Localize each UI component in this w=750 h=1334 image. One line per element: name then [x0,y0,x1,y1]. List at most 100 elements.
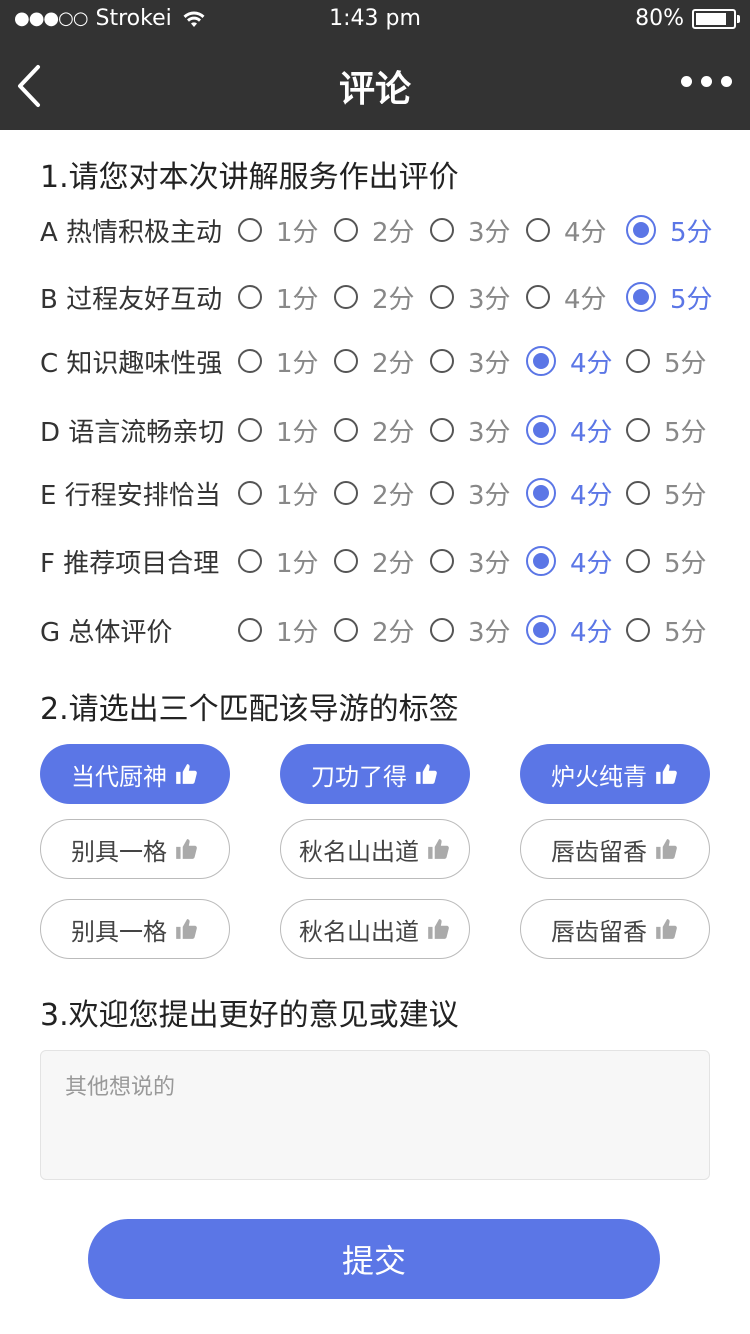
rating-option-1[interactable]: 1分 [238,473,319,513]
suggestion-input[interactable] [40,1050,710,1180]
tag-chip[interactable]: 秋名山出道 [280,819,470,879]
rating-option-4[interactable]: 4分 [526,277,607,317]
radio-icon [334,349,358,373]
rating-option-3[interactable]: 3分 [430,610,511,650]
back-button[interactable] [14,64,54,108]
rating-option-label: 2分 [372,617,415,648]
radio-icon [526,546,556,576]
nav-bar: 评论 [0,40,750,130]
rating-option-2[interactable]: 2分 [334,210,415,250]
radio-icon [334,418,358,442]
rating-option-1[interactable]: 1分 [238,610,319,650]
rating-option-label: 5分 [670,217,713,248]
tag-label: 当代厨神 [71,762,167,791]
status-bar: ●●●○○ Strokei 1:43 pm 80% [0,0,750,40]
rating-option-3[interactable]: 3分 [430,541,511,581]
radio-icon [238,618,262,642]
battery-percent: 80% [635,6,684,31]
rating-option-5[interactable]: 5分 [626,210,713,250]
tag-chip[interactable]: 当代厨神 [40,744,230,804]
rating-option-4[interactable]: 4分 [526,610,613,650]
rating-option-label: 2分 [372,284,415,315]
tag-chip[interactable]: 别具一格 [40,899,230,959]
thumbs-up-icon [425,837,451,861]
tag-chip[interactable]: 刀功了得 [280,744,470,804]
tag-label: 唇齿留香 [551,837,647,866]
rating-option-2[interactable]: 2分 [334,410,415,450]
radio-icon [626,349,650,373]
radio-icon [430,285,454,309]
rating-option-2[interactable]: 2分 [334,541,415,581]
rating-option-label: 5分 [670,284,713,315]
rating-option-1[interactable]: 1分 [238,277,319,317]
radio-icon [334,285,358,309]
rating-option-3[interactable]: 3分 [430,277,511,317]
rating-option-label: 4分 [564,217,607,248]
rating-option-3[interactable]: 3分 [430,341,511,381]
rating-option-label: 5分 [664,417,707,448]
rating-option-label: 4分 [570,617,613,648]
rating-option-2[interactable]: 2分 [334,473,415,513]
tag-chip[interactable]: 唇齿留香 [520,819,710,879]
radio-icon [430,218,454,242]
rating-option-label: 4分 [570,480,613,511]
rating-option-label: 3分 [468,217,511,248]
rating-row-label: D 语言流畅亲切 [40,418,225,448]
rating-option-label: 5分 [664,480,707,511]
thumbs-up-icon [173,917,199,941]
rating-option-4[interactable]: 4分 [526,410,613,450]
section1-title: 1.请您对本次讲解服务作出评价 [40,160,459,195]
rating-option-5[interactable]: 5分 [626,473,707,513]
tag-label: 别具一格 [71,837,167,866]
radio-icon [430,349,454,373]
radio-icon [626,549,650,573]
rating-option-label: 2分 [372,348,415,379]
rating-option-3[interactable]: 3分 [430,210,511,250]
radio-icon [526,415,556,445]
rating-option-label: 3分 [468,284,511,315]
rating-option-4[interactable]: 4分 [526,341,613,381]
submit-button[interactable]: 提交 [88,1219,660,1299]
thumbs-up-icon [653,762,679,786]
rating-option-1[interactable]: 1分 [238,341,319,381]
rating-option-2[interactable]: 2分 [334,277,415,317]
rating-option-label: 5分 [664,617,707,648]
rating-option-label: 4分 [570,548,613,579]
rating-option-1[interactable]: 1分 [238,210,319,250]
radio-icon [238,549,262,573]
rating-row-label: C 知识趣味性强 [40,349,223,379]
rating-option-5[interactable]: 5分 [626,341,707,381]
rating-row-label: B 过程友好互动 [40,285,223,315]
rating-option-5[interactable]: 5分 [626,277,713,317]
thumbs-up-icon [653,917,679,941]
rating-option-label: 4分 [570,348,613,379]
radio-icon [526,346,556,376]
rating-option-2[interactable]: 2分 [334,341,415,381]
rating-option-5[interactable]: 5分 [626,410,707,450]
rating-option-1[interactable]: 1分 [238,541,319,581]
tag-label: 炉火纯青 [551,762,647,791]
rating-option-3[interactable]: 3分 [430,473,511,513]
radio-icon [430,549,454,573]
rating-option-label: 1分 [276,548,319,579]
rating-option-2[interactable]: 2分 [334,610,415,650]
rating-option-3[interactable]: 3分 [430,410,511,450]
rating-option-4[interactable]: 4分 [526,541,613,581]
tag-chip[interactable]: 唇齿留香 [520,899,710,959]
thumbs-up-icon [425,917,451,941]
rating-option-4[interactable]: 4分 [526,473,613,513]
rating-option-5[interactable]: 5分 [626,610,707,650]
rating-option-label: 1分 [276,480,319,511]
tag-chip[interactable]: 炉火纯青 [520,744,710,804]
rating-option-1[interactable]: 1分 [238,410,319,450]
status-right: 80% [635,6,740,31]
rating-option-5[interactable]: 5分 [626,541,707,581]
more-dot [721,76,732,87]
more-button[interactable] [681,76,732,87]
rating-option-label: 3分 [468,348,511,379]
radio-icon [626,215,656,245]
rating-row-label: A 热情积极主动 [40,218,223,248]
tag-chip[interactable]: 别具一格 [40,819,230,879]
rating-option-4[interactable]: 4分 [526,210,607,250]
tag-chip[interactable]: 秋名山出道 [280,899,470,959]
